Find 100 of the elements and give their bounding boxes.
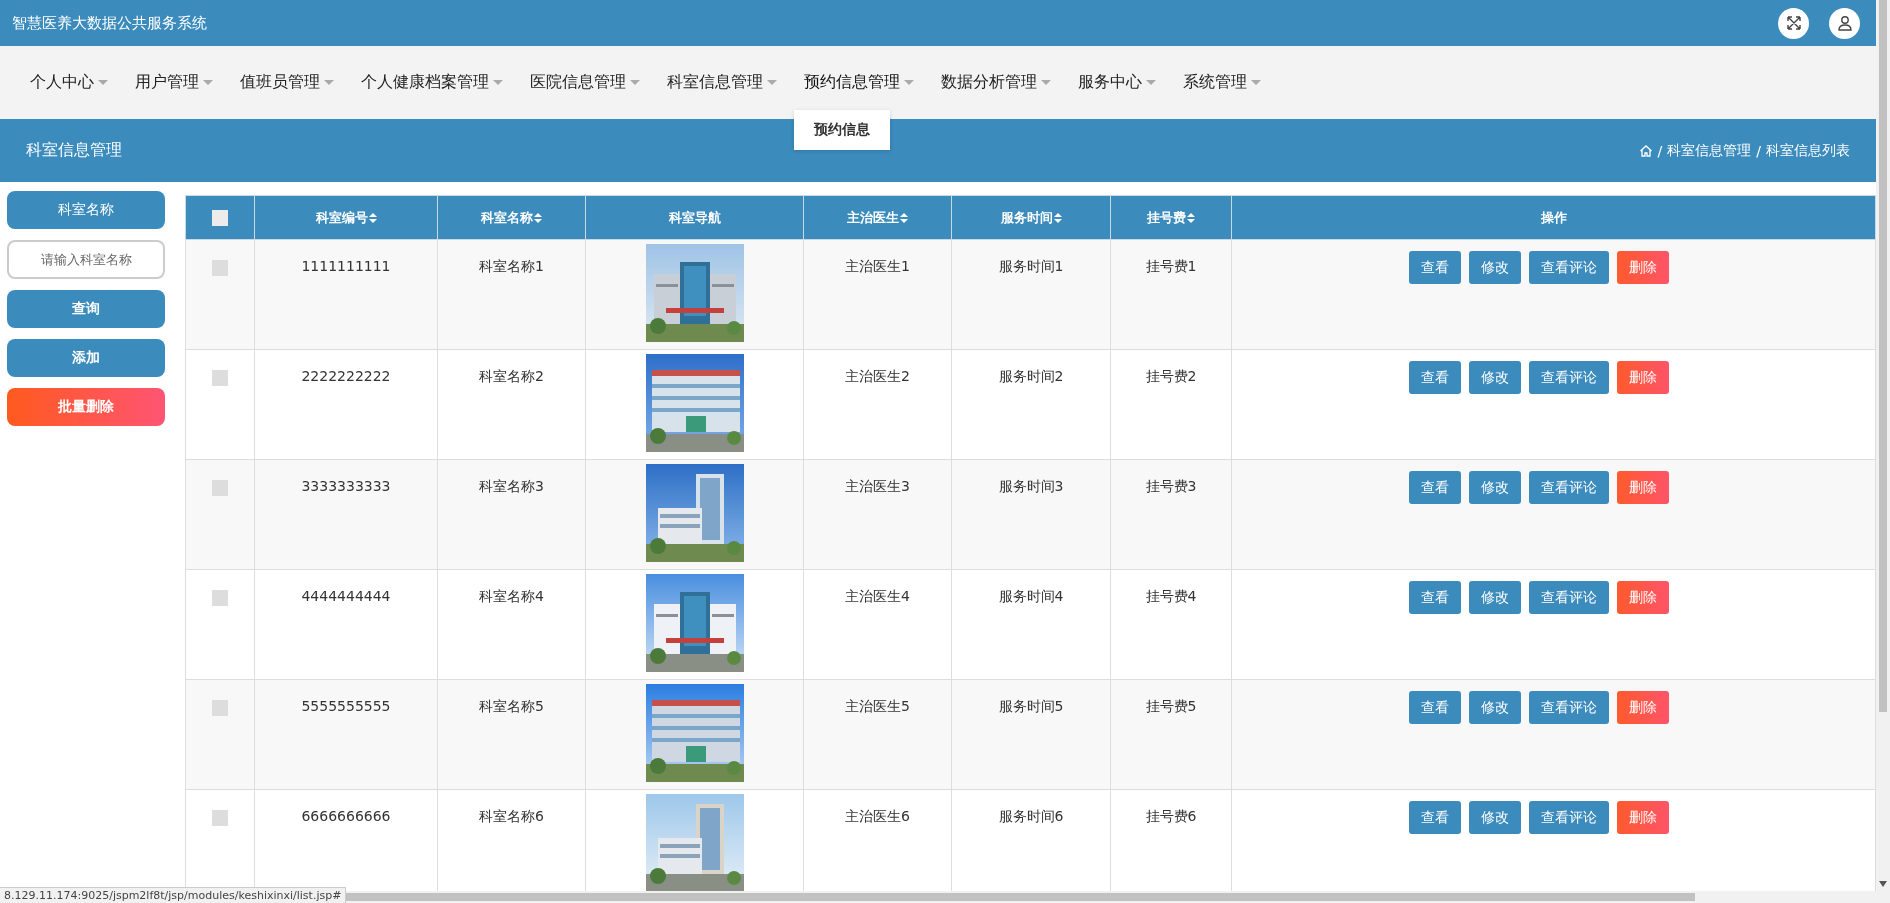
action-button[interactable]: 查看 xyxy=(1408,361,1461,394)
row-checkbox[interactable] xyxy=(212,590,228,606)
table-cell: 5555555555 xyxy=(301,698,391,714)
table-cell: 科室名称2 xyxy=(479,368,544,386)
vertical-scrollbar[interactable] xyxy=(1876,0,1890,903)
nav-menu-item[interactable]: 个人健康档案管理 xyxy=(361,72,503,93)
nav-menu-item[interactable]: 医院信息管理 xyxy=(530,72,640,93)
user-icon[interactable] xyxy=(1829,7,1860,39)
field-label: 科室名称 xyxy=(7,191,165,229)
table-cell: 挂号费3 xyxy=(1145,478,1197,496)
nav-menu-item[interactable]: 数据分析管理 xyxy=(941,72,1051,93)
table-cell: 挂号费5 xyxy=(1145,698,1197,716)
action-button[interactable]: 查看评论 xyxy=(1528,251,1609,284)
action-button[interactable]: 修改 xyxy=(1468,251,1521,284)
action-button[interactable]: 查看评论 xyxy=(1528,471,1609,504)
action-button[interactable]: 查询 xyxy=(7,290,165,328)
action-button[interactable]: 查看 xyxy=(1408,801,1461,834)
row-checkbox[interactable] xyxy=(212,810,228,826)
table-cell: 科室名称4 xyxy=(479,588,544,606)
caret-icon xyxy=(493,80,503,85)
action-button[interactable]: 查看评论 xyxy=(1528,361,1609,394)
breadcrumb-link[interactable]: 科室信息列表 xyxy=(1766,141,1850,160)
nav-menu-item[interactable]: 用户管理 xyxy=(135,72,213,93)
app-title: 智慧医养大数据公共服务系统 xyxy=(12,13,207,33)
caret-icon xyxy=(767,80,777,85)
table-cell: 主治医生1 xyxy=(845,258,910,276)
delete-button[interactable]: 删除 xyxy=(1616,581,1669,614)
row-checkbox[interactable] xyxy=(212,370,228,386)
delete-button[interactable]: 删除 xyxy=(1616,691,1669,724)
table-cell: 服务时间1 xyxy=(998,258,1064,276)
column-header: 科室导航 xyxy=(668,208,721,227)
action-button[interactable]: 查看评论 xyxy=(1528,691,1609,724)
sort-icon[interactable] xyxy=(900,212,908,223)
table-cell: 科室名称1 xyxy=(479,258,544,276)
row-checkbox[interactable] xyxy=(212,260,228,276)
nav-menu-item[interactable]: 系统管理 xyxy=(1183,72,1261,93)
action-button[interactable]: 修改 xyxy=(1468,361,1521,394)
nav-menu-item[interactable]: 个人中心 xyxy=(30,72,108,93)
nav-menu-item[interactable]: 服务中心 xyxy=(1078,72,1156,93)
table-cell: 主治医生4 xyxy=(845,588,910,606)
table-cell: 3333333333 xyxy=(301,478,391,494)
scrollbar-thumb[interactable] xyxy=(1879,0,1887,712)
batch-delete-button[interactable]: 批量删除 xyxy=(7,388,165,426)
delete-button[interactable]: 删除 xyxy=(1616,361,1669,394)
breadcrumb-separator: / xyxy=(1657,142,1663,159)
column-header[interactable]: 主治医生 xyxy=(847,208,899,227)
column-header[interactable]: 服务时间 xyxy=(1000,208,1053,227)
action-button[interactable]: 查看评论 xyxy=(1528,581,1609,614)
scroll-down-icon[interactable] xyxy=(1879,881,1887,887)
breadcrumb-separator: / xyxy=(1756,142,1761,159)
column-header: 操作 xyxy=(1540,208,1567,227)
table-cell: 挂号费6 xyxy=(1145,808,1197,826)
row-checkbox[interactable] xyxy=(212,700,228,716)
action-button[interactable]: 修改 xyxy=(1468,801,1521,834)
dropdown-item[interactable]: 预约信息 xyxy=(794,110,890,150)
action-button[interactable]: 修改 xyxy=(1468,691,1521,724)
column-header[interactable]: 科室名称 xyxy=(481,208,533,227)
sort-icon[interactable] xyxy=(368,212,377,223)
select-all-checkbox[interactable] xyxy=(212,209,228,226)
table-cell: 主治医生2 xyxy=(845,368,910,386)
sort-icon[interactable] xyxy=(1187,212,1195,223)
action-button[interactable]: 查看评论 xyxy=(1528,801,1609,834)
status-url-tooltip: 8.129.11.174:9025/jspm2lf8t/jsp/modules/keshixinxi/list.jsp# xyxy=(0,887,347,903)
delete-button[interactable]: 删除 xyxy=(1616,251,1669,284)
table-cell: 4444444444 xyxy=(301,588,391,604)
column-header[interactable]: 科室编号 xyxy=(315,208,368,227)
delete-button[interactable]: 删除 xyxy=(1616,471,1669,504)
table-cell: 2222222222 xyxy=(301,368,391,384)
action-button[interactable]: 查看 xyxy=(1408,471,1461,504)
fullscreen-icon[interactable] xyxy=(1778,7,1809,39)
caret-icon xyxy=(203,80,213,85)
caret-icon xyxy=(904,80,914,85)
action-button[interactable]: 查看 xyxy=(1408,691,1461,724)
table-cell: 6666666666 xyxy=(301,808,391,824)
caret-icon xyxy=(630,80,640,85)
action-button[interactable]: 修改 xyxy=(1468,581,1521,614)
action-button[interactable]: 修改 xyxy=(1468,471,1521,504)
table-cell: 挂号费4 xyxy=(1145,588,1197,606)
delete-button[interactable]: 删除 xyxy=(1616,801,1669,834)
nav-menu-item[interactable]: 科室信息管理 xyxy=(667,72,777,93)
search-field[interactable]: 请输入科室名称 xyxy=(7,240,165,279)
caret-icon xyxy=(1251,80,1261,85)
sort-icon[interactable] xyxy=(1053,212,1062,223)
table-cell: 挂号费2 xyxy=(1145,368,1197,386)
action-button[interactable]: 查看 xyxy=(1408,581,1461,614)
column-header[interactable]: 挂号费 xyxy=(1147,208,1186,227)
action-button[interactable]: 查看 xyxy=(1408,251,1461,284)
action-button[interactable]: 添加 xyxy=(7,339,165,377)
table-cell: 服务时间3 xyxy=(998,478,1064,496)
home-icon[interactable] xyxy=(1638,143,1653,158)
row-checkbox[interactable] xyxy=(212,480,228,496)
caret-icon xyxy=(1146,80,1156,85)
caret-icon xyxy=(324,80,334,85)
sort-icon[interactable] xyxy=(534,212,542,223)
breadcrumb-link[interactable]: 科室信息管理 xyxy=(1667,141,1752,160)
table-cell: 科室名称3 xyxy=(479,478,544,496)
table-cell: 服务时间6 xyxy=(998,808,1064,826)
table-cell: 科室名称5 xyxy=(479,698,544,716)
caret-icon xyxy=(98,80,108,85)
nav-menu-item[interactable]: 值班员管理 xyxy=(240,72,334,93)
